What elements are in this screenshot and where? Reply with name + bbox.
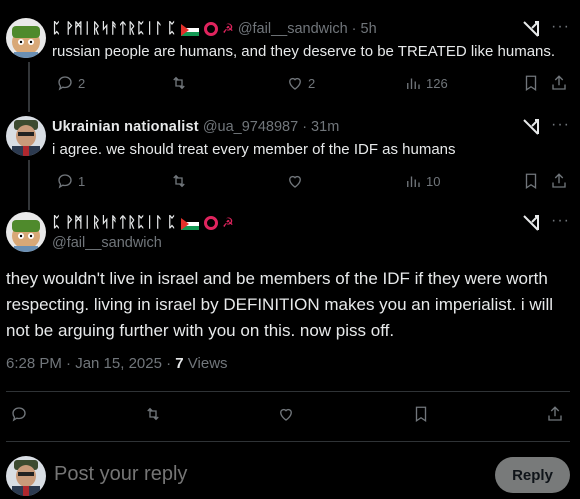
grok-icon[interactable]	[522, 118, 540, 136]
heart-icon	[289, 77, 301, 90]
main-tweet-actions	[6, 405, 570, 425]
main-tweet-text: they wouldn't live in israel and be memb…	[6, 269, 554, 340]
tweet-1[interactable]: ᛈ ᚹᛗᛁᚱᛋᚨᛏᚱᛈᛁᛚ ᛈ ☭ @fail__sandwich · 5h ·…	[0, 18, 580, 108]
handle-row: @fail__sandwich	[52, 234, 162, 252]
reply-button[interactable]: Reply	[495, 457, 570, 493]
palestine-flag-icon	[181, 23, 200, 36]
reply-icon	[58, 76, 72, 91]
bookmark-icon	[525, 75, 537, 92]
reply-icon	[58, 174, 72, 189]
my-avatar[interactable]	[6, 456, 46, 496]
avatar[interactable]	[6, 212, 46, 252]
display-name[interactable]: ᛈ ᚹᛗᛁᚱᛋᚨᛏᚱᛈᛁᛚ ᛈ	[52, 214, 176, 232]
like-count: 2	[308, 75, 316, 91]
views-count: 7	[175, 355, 184, 372]
reply-count: 1	[78, 173, 86, 189]
divider	[6, 441, 570, 442]
tweet-text: i agree. we should treat every member of…	[52, 141, 456, 158]
views-label: Views	[187, 355, 228, 372]
retweet-action[interactable]	[170, 74, 192, 92]
main-timestamp[interactable]: 6:28 PM · Jan 15, 2025 ·	[6, 355, 171, 372]
main-tweet: ᛈ ᚹᛗᛁᚱᛋᚨᛏᚱᛈᛁᛚ ᛈ ☭ @fail__sandwich ··· th…	[0, 208, 580, 450]
retweet-action[interactable]	[144, 405, 162, 423]
share-action[interactable]	[546, 405, 564, 423]
more-icon[interactable]: ···	[551, 116, 570, 134]
avatar[interactable]	[6, 18, 46, 58]
display-name[interactable]: Ukrainian nationalist	[52, 118, 199, 136]
grok-icon[interactable]	[522, 20, 540, 38]
grok-icon[interactable]	[522, 214, 540, 232]
more-icon[interactable]: ···	[551, 18, 570, 36]
like-action[interactable]	[277, 405, 295, 423]
tweet-actions: 2 2 126	[52, 74, 570, 94]
bookmark-action[interactable]	[412, 405, 430, 423]
tweet-header: ᛈ ᚹᛗᛁᚱᛋᚨᛏᚱᛈᛁᛚ ᛈ ☭	[52, 214, 234, 232]
divider	[6, 391, 570, 392]
share-action[interactable]	[550, 172, 568, 190]
hammer-sickle-icon: ☭	[222, 21, 234, 36]
reply-composer: Reply	[0, 450, 580, 499]
more-icon[interactable]: ···	[551, 212, 570, 230]
timestamp[interactable]: · 31m	[302, 118, 339, 136]
reply-action[interactable]: 2	[56, 74, 85, 92]
reply-action[interactable]: 1	[56, 172, 85, 190]
display-name[interactable]: ᛈ ᚹᛗᛁᚱᛋᚨᛏᚱᛈᛁᛚ ᛈ	[52, 20, 176, 38]
like-action[interactable]	[286, 172, 308, 190]
retweet-action[interactable]	[170, 172, 192, 190]
reply-input[interactable]	[54, 463, 354, 486]
tweet-text: russian people are humans, and they dese…	[52, 43, 556, 60]
avatar[interactable]	[6, 116, 46, 156]
views-icon	[407, 78, 420, 89]
share-icon	[548, 406, 562, 421]
bookmark-icon	[415, 406, 427, 423]
handle[interactable]: @ua_9748987	[203, 118, 298, 136]
bookmark-icon	[525, 173, 537, 190]
handle[interactable]: @fail__sandwich	[52, 234, 162, 252]
share-icon	[552, 75, 566, 90]
like-action[interactable]: 2	[286, 74, 315, 92]
retweet-icon	[173, 174, 185, 188]
timestamp[interactable]: · 5h	[352, 20, 377, 38]
share-icon	[552, 173, 566, 188]
handle[interactable]: @fail__sandwich	[238, 20, 348, 38]
bookmark-action[interactable]	[522, 172, 540, 190]
views-count: 10	[426, 173, 441, 189]
retweet-icon	[173, 76, 185, 90]
tweet-header: Ukrainian nationalist @ua_9748987 · 31m	[52, 118, 339, 136]
tweet-2[interactable]: Ukrainian nationalist @ua_9748987 · 31m …	[0, 116, 580, 206]
red-circle-icon	[204, 22, 219, 36]
heart-icon	[289, 175, 301, 188]
hammer-sickle-icon: ☭	[222, 215, 234, 230]
reply-action[interactable]	[10, 405, 28, 423]
views-action[interactable]: 10	[404, 172, 440, 190]
red-circle-icon	[204, 216, 219, 230]
views-icon	[407, 176, 420, 187]
views-action[interactable]: 126	[404, 74, 448, 92]
tweet-header: ᛈ ᚹᛗᛁᚱᛋᚨᛏᚱᛈᛁᛚ ᛈ ☭ @fail__sandwich · 5h	[52, 20, 377, 38]
reply-icon	[12, 407, 26, 422]
share-action[interactable]	[550, 74, 568, 92]
retweet-icon	[147, 407, 159, 421]
views-count: 126	[426, 75, 448, 91]
reply-count: 2	[78, 75, 86, 91]
heart-icon	[280, 408, 292, 421]
tweet-actions: 1 10	[52, 172, 570, 192]
bookmark-action[interactable]	[522, 74, 540, 92]
tweet-meta: 6:28 PM · Jan 15, 2025 · 7 Views	[6, 355, 228, 372]
palestine-flag-icon	[181, 217, 200, 230]
